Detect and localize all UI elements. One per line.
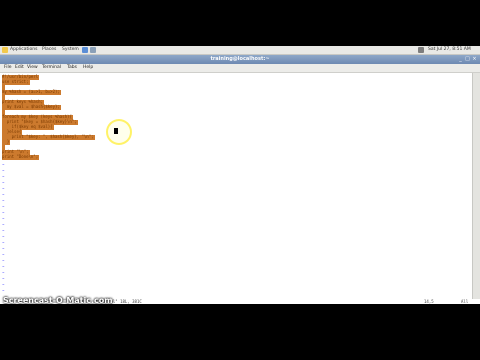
empty-line-marker: ~ bbox=[2, 270, 5, 275]
code-line: print "$key: ", $hash{$key}, "\n"; bbox=[2, 134, 95, 140]
code-line: print "Done\n"; bbox=[2, 154, 40, 160]
code-line: } bbox=[2, 139, 11, 145]
empty-line-marker: ~ bbox=[2, 288, 5, 293]
empty-line-marker: ~ bbox=[2, 168, 5, 173]
menu-edit[interactable]: Edit bbox=[15, 64, 24, 72]
panel-clock[interactable]: Sat Jul 27, 8:51 AM bbox=[428, 46, 471, 54]
empty-line-marker: ~ bbox=[2, 258, 5, 263]
empty-line-marker: ~ bbox=[2, 186, 5, 191]
menubar: File Edit View Terminal Tabs Help bbox=[0, 64, 480, 73]
mail-icon[interactable] bbox=[90, 47, 96, 53]
code-line: use strict; bbox=[2, 79, 30, 85]
recorder-watermark: Screencast-O-Matic.com bbox=[3, 296, 113, 304]
browser-icon[interactable] bbox=[82, 47, 88, 53]
empty-line-marker: ~ bbox=[2, 234, 5, 239]
empty-line-marker: ~ bbox=[2, 210, 5, 215]
screen: Applications Places System Sat Jul 27, 8… bbox=[0, 46, 480, 304]
status-percent: All bbox=[461, 299, 469, 304]
foot-icon[interactable] bbox=[2, 47, 8, 53]
empty-line-marker: ~ bbox=[2, 192, 5, 197]
menu-file[interactable]: File bbox=[4, 64, 12, 72]
maximize-button[interactable]: □ bbox=[465, 57, 470, 62]
window-titlebar[interactable]: training@localhost:~ _ □ × bbox=[0, 55, 480, 64]
menu-terminal[interactable]: Terminal bbox=[42, 64, 61, 72]
window-title: training@localhost:~ bbox=[210, 56, 270, 62]
empty-line-marker: ~ bbox=[2, 240, 5, 245]
menu-tabs[interactable]: Tabs bbox=[67, 64, 77, 72]
menu-help[interactable]: Help bbox=[83, 64, 93, 72]
empty-line-marker: ~ bbox=[2, 264, 5, 269]
minimize-button[interactable]: _ bbox=[458, 57, 463, 62]
empty-line-marker: ~ bbox=[2, 228, 5, 233]
empty-line-marker: ~ bbox=[2, 198, 5, 203]
code-line: my %hash = (a=>1, b=>2); bbox=[2, 89, 61, 95]
vertical-scrollbar[interactable] bbox=[472, 73, 480, 299]
empty-line-marker: ~ bbox=[2, 162, 5, 167]
panel-places[interactable]: Places bbox=[42, 46, 56, 54]
empty-line-marker: ~ bbox=[2, 276, 5, 281]
empty-line-marker: ~ bbox=[2, 174, 5, 179]
empty-line-marker: ~ bbox=[2, 282, 5, 287]
top-panel: Applications Places System Sat Jul 27, 8… bbox=[0, 46, 480, 55]
empty-line-marker: ~ bbox=[2, 252, 5, 257]
network-icon bbox=[418, 47, 424, 53]
panel-system[interactable]: System bbox=[62, 46, 79, 54]
empty-line-marker: ~ bbox=[2, 180, 5, 185]
close-button[interactable]: × bbox=[472, 57, 477, 62]
text-cursor bbox=[114, 128, 118, 134]
empty-line-marker: ~ bbox=[2, 222, 5, 227]
terminal-editor[interactable]: #!/usr/bin/perl use strict; my %hash = (… bbox=[0, 73, 473, 299]
menu-view[interactable]: View bbox=[27, 64, 38, 72]
mouse-highlight bbox=[106, 119, 132, 145]
panel-applications[interactable]: Applications bbox=[10, 46, 38, 54]
empty-line-marker: ~ bbox=[2, 204, 5, 209]
empty-line-marker: ~ bbox=[2, 216, 5, 221]
code-line: my $val = $hash{$key}; bbox=[2, 104, 61, 110]
empty-line-marker: ~ bbox=[2, 246, 5, 251]
status-position: 14,5 bbox=[424, 299, 434, 304]
